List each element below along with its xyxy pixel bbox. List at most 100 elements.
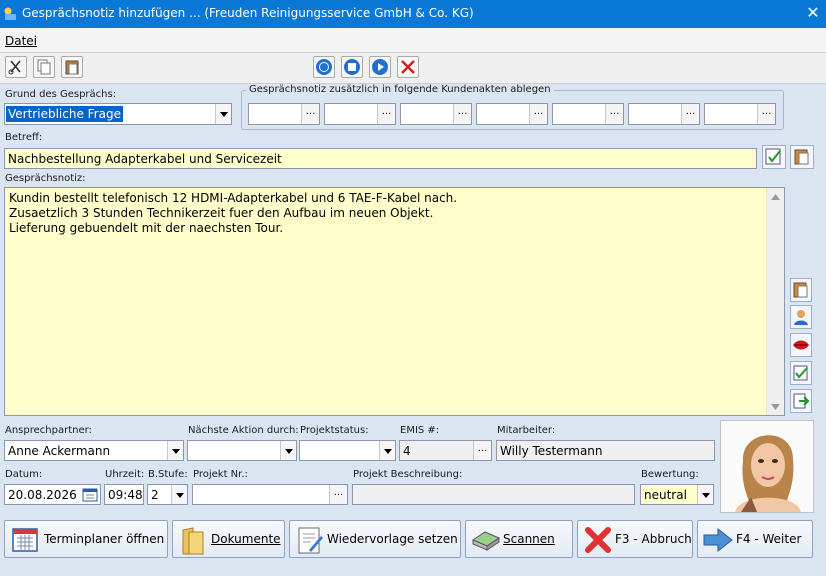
chevron-down-icon[interactable] bbox=[171, 485, 187, 504]
kundenakte-field-7[interactable]: ... bbox=[704, 103, 776, 125]
record-button[interactable] bbox=[313, 56, 335, 78]
notiz-label: Gesprächsnotiz: bbox=[5, 173, 86, 184]
kundenakte-field-2[interactable]: ... bbox=[324, 103, 396, 125]
uhrzeit-value: 09:48 bbox=[108, 488, 143, 502]
paste-text-button[interactable] bbox=[790, 145, 814, 169]
kundenakte-field-1[interactable]: ... bbox=[248, 103, 320, 125]
browse-button[interactable]: ... bbox=[377, 104, 395, 124]
document-edit-icon bbox=[298, 527, 323, 554]
clipboard-button[interactable] bbox=[790, 278, 812, 302]
chevron-down-icon[interactable] bbox=[280, 441, 296, 460]
bewertung-value: neutral bbox=[644, 488, 687, 502]
calendar-icon[interactable] bbox=[82, 487, 98, 502]
menu-datei[interactable]: Datei bbox=[5, 34, 37, 48]
notiz-textarea[interactable]: Kundin bestellt telefonisch 12 HDMI-Adap… bbox=[4, 187, 785, 416]
export-button[interactable] bbox=[790, 389, 812, 413]
browse-button[interactable]: ... bbox=[301, 104, 319, 124]
kundenakte-field-3[interactable]: ... bbox=[400, 103, 472, 125]
bstufe-label: B.Stufe: bbox=[148, 469, 188, 480]
grund-value: Vertriebliche Frage bbox=[6, 106, 123, 122]
kundenakte-field-5[interactable]: ... bbox=[552, 103, 624, 125]
paste-icon bbox=[793, 282, 808, 298]
scannen-label: Scannen bbox=[503, 532, 555, 546]
wiedervorlage-button[interactable]: Wiedervorlage setzen bbox=[289, 520, 461, 558]
notiz-scrollbar[interactable] bbox=[766, 188, 784, 415]
projektnr-browse-button[interactable]: ... bbox=[329, 485, 347, 504]
chevron-down-icon[interactable] bbox=[697, 485, 713, 504]
bewertung-label: Bewertung: bbox=[641, 469, 699, 480]
grund-select[interactable]: Vertriebliche Frage bbox=[4, 103, 232, 125]
stop-button[interactable] bbox=[341, 56, 363, 78]
projektnr-field[interactable]: ... bbox=[192, 484, 348, 505]
terminplaner-button[interactable]: Terminplaner öffnen bbox=[4, 520, 168, 558]
spellcheck-notiz-button[interactable] bbox=[790, 361, 812, 385]
dokumente-button[interactable]: Dokumente bbox=[172, 520, 285, 558]
kundenakten-label: Gesprächsnotiz zusätzlich in folgende Ku… bbox=[246, 84, 554, 95]
folder-icon bbox=[182, 527, 204, 555]
paste-button[interactable] bbox=[61, 56, 83, 78]
ansprech-value: Anne Ackermann bbox=[8, 444, 111, 458]
kundenakte-field-4[interactable]: ... bbox=[476, 103, 548, 125]
browse-button[interactable]: ... bbox=[453, 104, 471, 124]
contact-button[interactable] bbox=[790, 305, 812, 329]
dokumente-label: Dokumente bbox=[211, 532, 281, 546]
record-icon bbox=[316, 59, 332, 75]
emis-browse-button[interactable]: ... bbox=[473, 441, 491, 460]
notiz-line: Lieferung gebuendelt mit der naechsten T… bbox=[9, 221, 284, 235]
scannen-button[interactable]: Scannen bbox=[465, 520, 573, 558]
terminplaner-label: Terminplaner öffnen bbox=[44, 532, 165, 546]
person-photo-icon bbox=[721, 421, 813, 512]
wiedervorlage-label: Wiedervorlage setzen bbox=[327, 532, 458, 546]
play-button[interactable] bbox=[369, 56, 391, 78]
mitarbeiter-field: Willy Testermann bbox=[496, 440, 715, 461]
play-icon bbox=[372, 59, 388, 75]
notiz-text: Kundin bestellt telefonisch 12 HDMI-Adap… bbox=[9, 191, 457, 236]
uhrzeit-field[interactable]: 09:48 bbox=[104, 484, 144, 505]
naechste-select[interactable] bbox=[187, 440, 297, 461]
abbruch-label: F3 - Abbruch bbox=[615, 532, 692, 546]
spellcheck-icon bbox=[765, 148, 781, 165]
kundenakte-field-6[interactable]: ... bbox=[628, 103, 700, 125]
ansprech-select[interactable]: Anne Ackermann bbox=[4, 440, 184, 461]
delete-x-icon bbox=[401, 60, 415, 74]
window-title: Gesprächsnotiz hinzufügen ... (Freuden R… bbox=[22, 6, 474, 20]
cancel-x-icon bbox=[585, 527, 611, 553]
browse-button[interactable]: ... bbox=[757, 104, 775, 124]
betreff-value: Nachbestellung Adapterkabel und Servicez… bbox=[8, 152, 282, 166]
browse-button[interactable]: ... bbox=[681, 104, 699, 124]
copy-button[interactable] bbox=[33, 56, 55, 78]
cut-button[interactable] bbox=[5, 56, 27, 78]
bstufe-value: 2 bbox=[151, 488, 159, 502]
emis-field[interactable]: 4 ... bbox=[399, 440, 492, 461]
delete-button[interactable] bbox=[397, 56, 419, 78]
datum-field[interactable]: 20.08.2026 bbox=[4, 484, 101, 505]
browse-button[interactable]: ... bbox=[605, 104, 623, 124]
projektnr-label: Projekt Nr.: bbox=[193, 469, 248, 480]
scroll-up-icon[interactable] bbox=[770, 193, 781, 201]
projektbeschr-field bbox=[352, 484, 635, 505]
browse-button[interactable]: ... bbox=[529, 104, 547, 124]
spellcheck-button[interactable] bbox=[762, 145, 786, 169]
abbruch-button[interactable]: F3 - Abbruch bbox=[577, 520, 693, 558]
speak-button[interactable] bbox=[790, 333, 812, 357]
close-button[interactable]: ✕ bbox=[803, 3, 823, 23]
mitarbeiter-value: Willy Testermann bbox=[500, 444, 603, 458]
emis-value: 4 bbox=[403, 444, 411, 458]
bewertung-select[interactable]: neutral bbox=[640, 484, 714, 505]
weiter-button[interactable]: F4 - Weiter bbox=[697, 520, 813, 558]
arrow-right-icon bbox=[703, 527, 733, 553]
arrow-right-icon bbox=[793, 393, 810, 409]
menu-bar: Datei bbox=[0, 28, 826, 52]
datum-label: Datum: bbox=[5, 469, 43, 480]
projektstatus-select[interactable] bbox=[299, 440, 396, 461]
stop-icon bbox=[344, 59, 360, 75]
chevron-down-icon[interactable] bbox=[167, 441, 183, 460]
betreff-input[interactable]: Nachbestellung Adapterkabel und Servicez… bbox=[4, 148, 757, 169]
scroll-down-icon[interactable] bbox=[770, 403, 781, 411]
projektstatus-label: Projektstatus: bbox=[300, 425, 369, 436]
grund-label: Grund des Gesprächs: bbox=[5, 89, 117, 100]
chevron-down-icon[interactable] bbox=[379, 441, 395, 460]
person-icon bbox=[794, 310, 808, 325]
bstufe-select[interactable]: 2 bbox=[147, 484, 188, 505]
chevron-down-icon[interactable] bbox=[215, 104, 231, 124]
